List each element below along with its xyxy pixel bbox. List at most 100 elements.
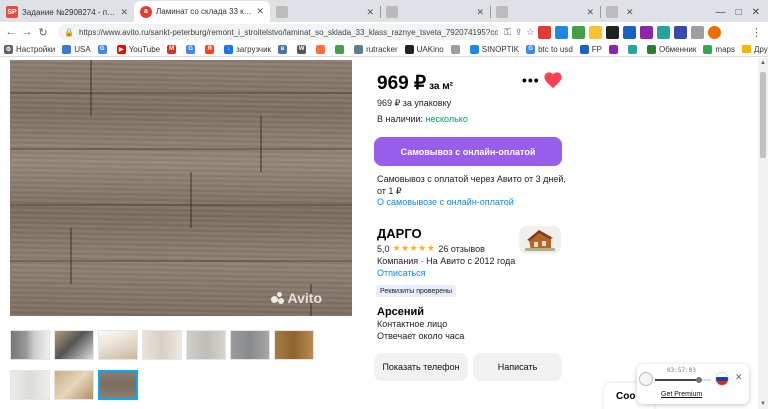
share-icon[interactable]: ⇪ [515,27,523,38]
bookmark-settings[interactable]: ⚙ Настройки [4,44,55,54]
thumbnail[interactable] [230,330,270,360]
tab-task[interactable]: SP Задание №2908274 - просмотр з ✕ [0,2,134,22]
bookmark-exchange[interactable]: Обменник [647,44,696,54]
thumbnail[interactable] [98,330,138,360]
maximize-icon[interactable]: □ [736,7,742,18]
extension-icon[interactable] [538,25,552,39]
reload-icon[interactable]: ↻ [36,25,50,39]
get-premium-link[interactable]: Get Premium [661,391,702,398]
scroll-up-icon[interactable]: ▲ [758,58,768,68]
seller-rating[interactable]: 5,0 ★★★★★ 26 отзывов [377,243,485,254]
extension-icon[interactable] [640,25,654,39]
minimize-icon[interactable]: — [716,7,726,18]
seller-name[interactable]: ДАРГО [377,226,422,241]
seller-logo[interactable] [519,226,561,254]
thumbnail[interactable] [274,330,314,360]
availability-label: В наличии: [377,114,424,124]
extensions-puzzle-icon[interactable] [691,25,705,39]
bookmark-maps[interactable]: maps [703,44,735,54]
extension-icon[interactable] [657,25,671,39]
browser-menu-icon[interactable]: ⋮ [751,26,762,39]
bookmark-uakino[interactable]: UAKino [404,44,444,54]
page-scrollbar[interactable]: ▲ ▼ [758,58,768,409]
write-message-button[interactable]: Написать [473,353,562,381]
lock-icon: 🔒 [64,27,74,37]
bookmark-app[interactable] [335,44,347,54]
contact-response-time: Отвечает около часа [377,331,465,341]
bookmark-app[interactable] [628,44,640,54]
pickup-info-link[interactable]: О самовывозе с онлайн-оплатой [377,197,514,207]
bookmark-app[interactable] [609,44,621,54]
thumbnail[interactable] [186,330,226,360]
key-icon[interactable]: ⚿ [504,27,511,38]
product-main-photo[interactable]: Avito [10,60,352,316]
address-bar[interactable]: 🔒 https://www.avito.ru/sankt-peterburg/r… [58,24,498,40]
extension-icon[interactable] [674,25,688,39]
favorite-heart-icon[interactable] [543,71,563,89]
tab-avito[interactable]: a Ламинат со склада 33 класс разн ✕ [134,1,270,22]
vpn-progress-knob[interactable] [695,377,702,383]
bookmark-star-icon[interactable]: ☆ [526,27,534,38]
close-icon[interactable]: ✕ [366,7,374,18]
bookmark-google[interactable]: G [97,44,110,54]
thumbnail[interactable] [142,330,182,360]
bookmark-downloader[interactable]: ↓ загрузчик [224,44,271,54]
close-icon[interactable]: ✕ [120,7,128,18]
extension-icon[interactable] [623,25,637,39]
back-icon[interactable]: ← [4,25,18,39]
bookmark-fp[interactable]: FP [579,44,602,54]
extension-icon[interactable] [606,25,620,39]
close-icon[interactable]: ✕ [626,7,634,18]
other-bookmarks[interactable]: Другие закладки [741,45,768,54]
tab-strip: SP Задание №2908274 - просмотр з ✕ a Лам… [0,0,768,22]
price: 969 ₽ за м² [377,72,453,95]
close-icon[interactable]: ✕ [735,372,743,383]
thumbnail[interactable] [54,370,94,400]
page-favicon-icon [496,6,508,18]
russia-flag-icon[interactable] [715,372,729,386]
bookmark-wiki[interactable]: W [297,44,309,54]
close-icon[interactable]: ✕ [476,7,484,18]
bookmark-btc[interactable]: Gbtc to usd [526,44,573,54]
thumbnail-selected[interactable] [98,370,138,400]
page-favicon-icon [276,6,288,18]
bookmark-rutracker[interactable]: rutracker [354,44,398,54]
app-icon [609,44,619,54]
bookmark-app[interactable] [450,44,463,54]
bookmark-vk[interactable]: в [278,44,290,54]
forward-icon[interactable]: → [20,25,34,39]
more-options-icon[interactable]: ••• [522,72,540,88]
maps-icon [703,44,713,54]
thumbnail[interactable] [10,330,50,360]
bookmark-gmail[interactable]: M [167,44,179,54]
tab-4[interactable]: ✕ [380,2,490,22]
price-value: 969 ₽ [377,73,427,94]
bookmark-usa[interactable]: USA [62,44,91,54]
thumbnail[interactable] [54,330,94,360]
bookmark-yandex[interactable]: Я [205,44,217,54]
app-icon [316,44,326,54]
pickup-online-payment-button[interactable]: Самовывоз с онлайн-оплатой [374,137,562,166]
tab-5[interactable]: ✕ [490,2,600,22]
unsubscribe-link[interactable]: Отписаться [377,268,426,278]
tab-3[interactable]: ✕ [270,2,380,22]
bookmark-app[interactable] [316,44,328,54]
profile-avatar-icon[interactable] [708,25,722,39]
close-icon[interactable]: ✕ [586,7,594,18]
rating-stars-icon: ★★★★★ [392,243,436,253]
tab-6[interactable]: ✕ [600,2,660,22]
scrollbar-thumb[interactable] [760,72,766,158]
pickup-description: Самовывоз с оплатой через Авито от 3 дне… [377,174,566,196]
extension-icon[interactable] [589,25,603,39]
avito-watermark: Avito [270,290,322,306]
bookmark-google-2[interactable]: G [186,44,198,54]
extension-icon[interactable] [572,25,586,39]
extension-icon[interactable] [555,25,569,39]
thumbnail[interactable] [10,370,50,400]
close-icon[interactable]: ✕ [256,6,264,17]
close-window-icon[interactable]: ✕ [752,7,760,18]
scroll-down-icon[interactable]: ▼ [758,399,768,409]
show-phone-button[interactable]: Показать телефон [374,353,468,381]
bookmark-sinoptik[interactable]: SINOPTIK [469,44,519,54]
bookmark-youtube[interactable]: ▶ YouTube [116,44,160,54]
